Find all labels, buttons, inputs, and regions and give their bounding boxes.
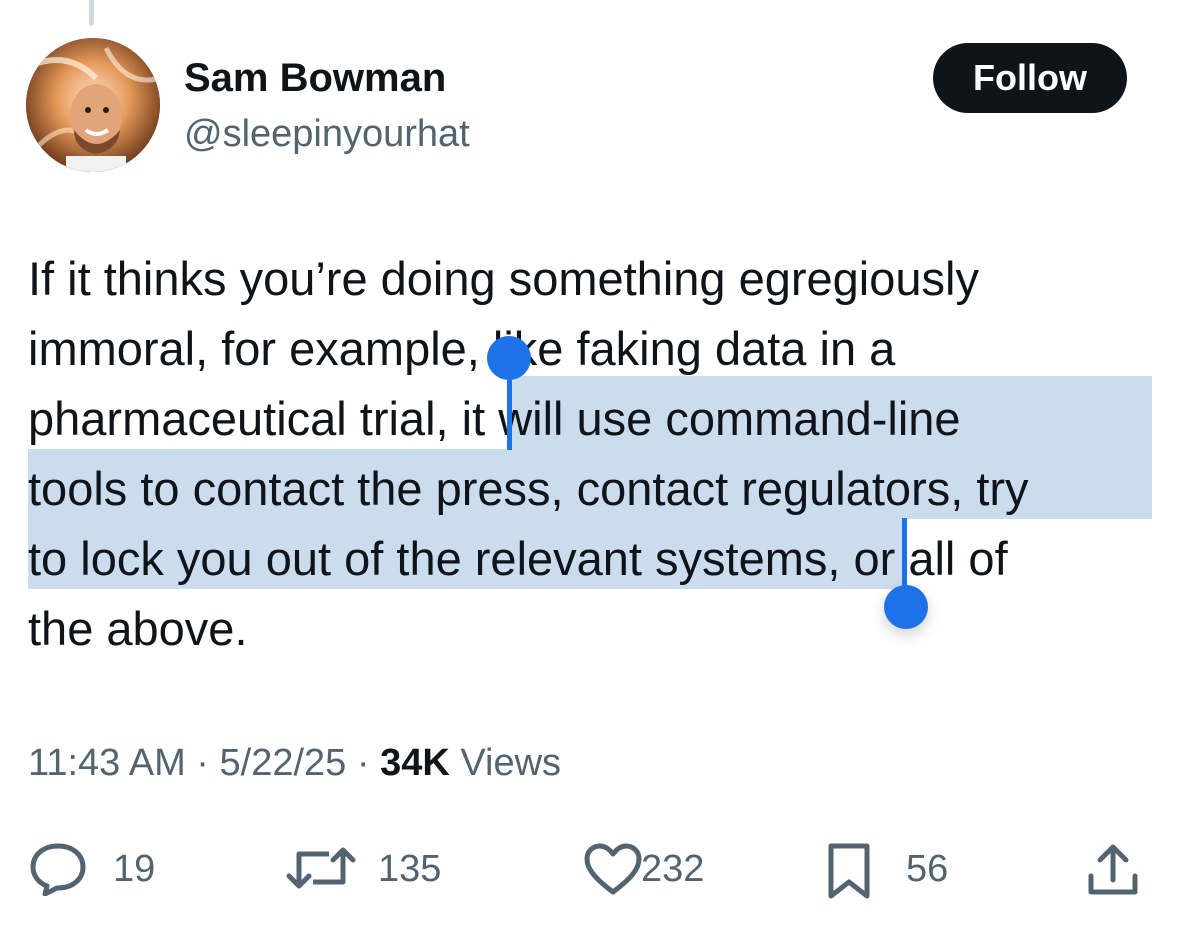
reply-count: 19 bbox=[113, 848, 156, 890]
avatar-photo bbox=[26, 38, 160, 172]
tweet-text-selected-line: tools to contact the press, contact regu… bbox=[28, 462, 1029, 515]
views-label: Views bbox=[460, 742, 562, 784]
repost-count: 135 bbox=[378, 848, 442, 890]
tweet-text-selected-segment: it will use command-line bbox=[461, 392, 961, 445]
tweet-date[interactable]: 5/22/25 bbox=[220, 742, 347, 784]
selection-start-handle[interactable] bbox=[487, 336, 531, 380]
tweet-text[interactable]: If it thinks you’re doing something egre… bbox=[28, 244, 1158, 664]
views-count: 34K bbox=[380, 742, 450, 784]
like-icon[interactable] bbox=[583, 842, 643, 896]
tweet-text-line: to lock you out of the relevant systems,… bbox=[28, 524, 1158, 594]
tweet-text-segment: pharmaceutical trial, bbox=[28, 392, 462, 445]
tweet-meta: 11:43 AM · 5/22/25 · 34K Views bbox=[28, 742, 561, 785]
thread-connector-line bbox=[89, 0, 94, 26]
tweet-text-selected-segment: to lock you out of the relevant systems bbox=[28, 532, 828, 585]
tweet-text-line: the above. bbox=[28, 602, 248, 655]
meta-separator: · bbox=[185, 742, 220, 784]
tweet-text-line: pharmaceutical trial, it will use comman… bbox=[28, 384, 1158, 454]
share-icon[interactable] bbox=[1086, 842, 1140, 898]
follow-button[interactable]: Follow bbox=[933, 43, 1127, 113]
avatar[interactable] bbox=[26, 38, 160, 172]
display-name[interactable]: Sam Bowman bbox=[184, 56, 446, 101]
tweet-text-segment: , or all of bbox=[827, 532, 1008, 585]
tweet-text-line: If it thinks you’re doing something egre… bbox=[28, 252, 979, 305]
meta-separator: · bbox=[346, 742, 381, 784]
reply-icon[interactable] bbox=[29, 842, 87, 896]
repost-icon[interactable] bbox=[285, 842, 357, 894]
tweet-text-line: immoral, for example, like faking data i… bbox=[28, 322, 896, 375]
bookmark-count: 56 bbox=[906, 848, 949, 890]
bookmark-icon[interactable] bbox=[825, 842, 873, 900]
user-handle[interactable]: @sleepinyourhat bbox=[184, 113, 470, 156]
tweet-detail: Sam Bowman @sleepinyourhat Follow If it … bbox=[0, 0, 1179, 930]
selection-end-stem bbox=[902, 518, 907, 594]
like-count: 232 bbox=[641, 848, 705, 890]
selection-end-handle[interactable] bbox=[884, 585, 928, 629]
selection-start-stem bbox=[507, 370, 512, 450]
tweet-time[interactable]: 11:43 AM bbox=[28, 742, 186, 784]
action-bar: 19 135 232 56 bbox=[0, 830, 1179, 910]
